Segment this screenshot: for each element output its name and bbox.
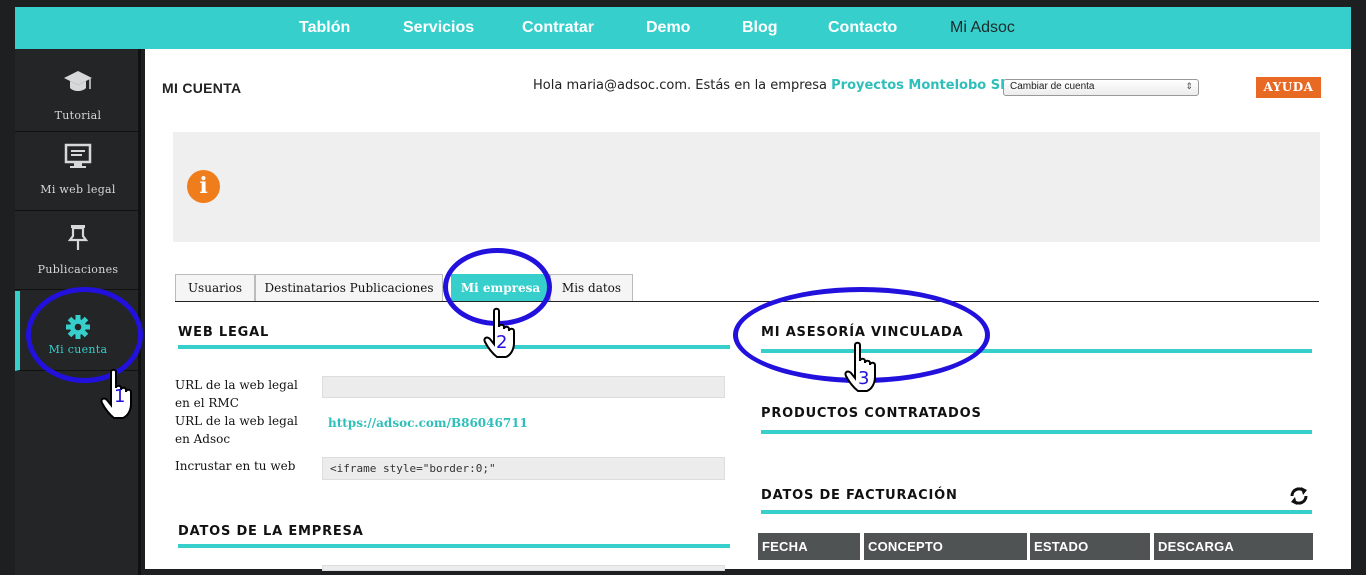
info-icon: i (187, 170, 220, 203)
tab-mis-datos[interactable]: Mis datos (550, 274, 633, 301)
nav-demo[interactable]: Demo (646, 19, 690, 37)
top-navigation: Tablón Servicios Contratar Demo Blog Con… (15, 7, 1351, 49)
rmc-url-label: URL de la web legal en el RMC (175, 378, 298, 410)
annotation-number-1: 1 (114, 386, 126, 407)
nav-blog[interactable]: Blog (742, 19, 778, 37)
tab-destinatarios[interactable]: Destinatarios Publicaciones (255, 274, 443, 301)
productos-rule (761, 430, 1312, 434)
web-legal-rule (178, 345, 730, 349)
facturacion-title: DATOS DE FACTURACIÓN (761, 488, 958, 503)
col-fecha: FECHA (758, 533, 860, 560)
pushpin-icon (67, 225, 89, 250)
embed-label: Incrustar en tu web (175, 459, 296, 473)
col-concepto: CONCEPTO (864, 533, 1027, 560)
adsoc-url-label: URL de la web legal en Adsoc (175, 414, 298, 446)
nav-contacto[interactable]: Contacto (828, 19, 897, 37)
sidebar-item-publicaciones[interactable]: Publicaciones (15, 212, 141, 290)
datos-empresa-title: DATOS DE LA EMPRESA (178, 524, 364, 539)
nav-mi-adsoc[interactable]: Mi Adsoc (950, 19, 1015, 37)
select-arrows-icon: ⇕ (1185, 81, 1193, 91)
tab-divider (175, 301, 1319, 302)
rmc-url-field[interactable] (322, 376, 725, 398)
main-content: MI CUENTA Hola maria@adsoc.com. Estás en… (145, 49, 1351, 571)
adsoc-url-link[interactable]: https://adsoc.com/B86046711 (328, 416, 528, 430)
tab-usuarios[interactable]: Usuarios (175, 274, 255, 301)
refresh-icon[interactable] (1288, 485, 1310, 507)
web-legal-title: WEB LEGAL (178, 325, 270, 340)
account-select[interactable]: Cambiar de cuenta ⇕ (1003, 79, 1199, 96)
sidebar-item-label: Mi web legal (40, 183, 116, 196)
col-estado: ESTADO (1030, 533, 1150, 560)
graduation-cap-icon (64, 71, 92, 91)
embed-code-text: <iframe style="border:0;" (330, 462, 496, 475)
empresa-field[interactable] (322, 565, 725, 571)
sidebar-item-label: Publicaciones (37, 263, 119, 276)
greeting: Hola maria@adsoc.com. Estás en la empres… (533, 78, 1008, 93)
nav-contratar[interactable]: Contratar (522, 19, 594, 37)
sidebar-item-label: Tutorial (54, 109, 102, 122)
productos-title: PRODUCTOS CONTRATADOS (761, 406, 982, 421)
annotation-number-3: 3 (858, 368, 870, 389)
monitor-icon (64, 143, 92, 168)
annotation-number-2: 2 (496, 332, 508, 353)
account-select-value: Cambiar de cuenta (1010, 81, 1095, 92)
company-name: Proyectos Montelobo SL (831, 78, 1009, 93)
facturacion-rule (761, 510, 1312, 514)
datos-empresa-rule (178, 544, 730, 548)
col-descarga: DESCARGA (1154, 533, 1313, 560)
info-box: i (173, 132, 1320, 242)
greeting-text: Hola maria@adsoc.com. Estás en la empres… (533, 78, 827, 93)
nav-tablon[interactable]: Tablón (299, 19, 350, 37)
nav-servicios[interactable]: Servicios (403, 19, 474, 37)
help-button[interactable]: AYUDA (1256, 77, 1321, 98)
sidebar-item-tutorial[interactable]: Tutorial (15, 54, 141, 132)
sidebar-item-mi-web-legal[interactable]: Mi web legal (15, 133, 141, 211)
page-title: MI CUENTA (162, 80, 242, 96)
